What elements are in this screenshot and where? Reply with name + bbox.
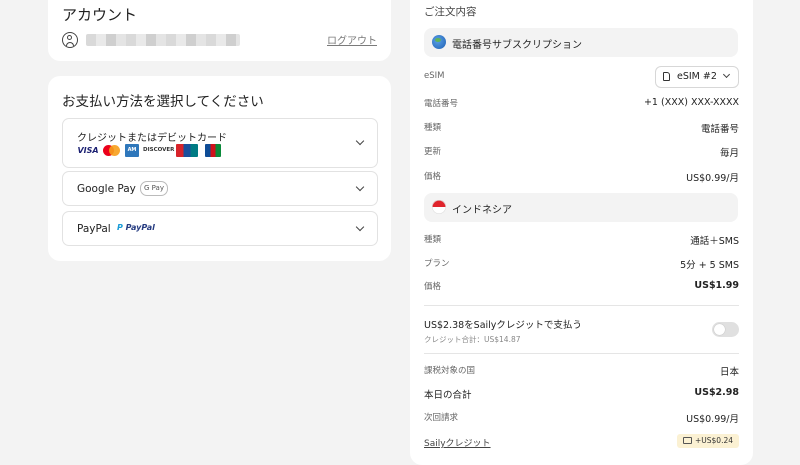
sim-card-icon	[663, 72, 670, 81]
summary-row: 課税対象の国 日本	[424, 364, 739, 378]
row-value: US$0.99/月	[686, 173, 739, 184]
credit-subtitle: クレジット合計：US$14.87	[424, 335, 521, 344]
summary-row: プラン 5分 + 5 SMS	[424, 257, 739, 271]
row-value: +1 (XXX) XXX-XXXX	[643, 97, 739, 108]
chevron-down-icon	[355, 182, 365, 192]
summary-row: 種類 電話番号	[424, 121, 739, 135]
plan-header-label: インドネシア	[452, 205, 512, 216]
row-key: プラン	[424, 259, 450, 269]
chevron-down-icon	[722, 70, 731, 79]
credit-toggle[interactable]	[712, 322, 739, 337]
summary-row: 電話番号 +1 (XXX) XXX-XXXX	[424, 97, 739, 111]
plan-header: インドネシア	[424, 193, 738, 222]
payment-option-label: PayPal	[77, 223, 111, 235]
globe-icon	[432, 35, 446, 49]
account-user-row: ログアウト	[62, 32, 377, 50]
row-key: 種類	[424, 123, 442, 133]
payment-option-google-pay[interactable]: Google Pay G Pay	[62, 171, 378, 206]
row-value: 電話番号	[700, 124, 739, 135]
summary-row: 価格 US$0.99/月	[424, 170, 739, 184]
payment-title: お支払い方法を選択してください	[62, 94, 264, 110]
row-value: US$0.99/月	[686, 414, 739, 425]
summary-row: 次回請求 US$0.99/月	[424, 411, 739, 425]
summary-row: 種類 通話＋SMS	[424, 233, 739, 247]
row-key: 次回請求	[424, 413, 459, 423]
row-value: 5分 + 5 SMS	[680, 260, 739, 271]
amex-logo: AM	[125, 144, 139, 157]
row-key: 更新	[424, 147, 442, 157]
indonesia-flag-icon	[432, 200, 446, 214]
divider	[424, 305, 739, 306]
row-value: US$1.99	[694, 280, 739, 291]
payment-option-card[interactable]: クレジットまたはデビットカード VISA AM DISCOVER	[62, 118, 378, 168]
unionpay-logo	[176, 144, 198, 157]
credit-title: US$2.38をSailyクレジットで支払う	[424, 320, 582, 331]
masked-email	[86, 34, 240, 46]
order-title: ご注文内容	[424, 6, 477, 18]
payment-option-label: Google Pay	[77, 183, 136, 195]
discover-logo: DISCOVER	[143, 147, 175, 153]
credit-badge-amount: +US$0.24	[695, 436, 734, 445]
row-value: 通話＋SMS	[690, 236, 739, 247]
mastercard-logo	[103, 144, 121, 157]
wallet-icon	[683, 437, 692, 444]
user-icon	[62, 32, 78, 48]
saily-credit-link[interactable]: Sailyクレジット	[424, 436, 491, 449]
summary-row: 更新 毎月	[424, 145, 739, 159]
row-key: 電話番号	[424, 99, 459, 109]
esim-label: eSIM	[424, 71, 445, 81]
payment-method-card: お支払い方法を選択してください クレジットまたはデビットカード VISA AM …	[48, 76, 391, 261]
row-key: 価格	[424, 172, 442, 182]
row-key: 価格	[424, 282, 442, 292]
logout-link[interactable]: ログアウト	[327, 32, 377, 47]
payment-option-paypal[interactable]: PayPal P PayPal	[62, 211, 378, 246]
subscription-header-label: 電話番号サブスクリプション	[452, 40, 582, 51]
row-value: 日本	[719, 367, 739, 378]
google-pay-badge: G Pay	[140, 181, 168, 196]
total-row: 本日の合計 US$2.98	[424, 387, 739, 401]
row-value: 毎月	[719, 148, 739, 159]
summary-row: 価格 US$1.99	[424, 280, 739, 294]
payment-option-label: クレジットまたはデビットカード	[77, 133, 227, 144]
esim-select[interactable]: eSIM #2	[655, 66, 739, 88]
jcb-logo	[205, 144, 221, 157]
credit-badge: +US$0.24	[677, 434, 739, 448]
visa-logo: VISA	[77, 146, 99, 155]
row-key: 本日の合計	[424, 390, 472, 401]
divider	[424, 353, 739, 354]
chevron-down-icon	[355, 136, 365, 146]
account-card: アカウント ログアウト	[48, 0, 391, 61]
chevron-down-icon	[355, 222, 365, 232]
order-summary-card: ご注文内容 電話番号サブスクリプション eSIM eSIM #2 電話番号 +1…	[410, 0, 753, 465]
row-key: 種類	[424, 235, 442, 245]
row-key: 課税対象の国	[424, 366, 476, 376]
row-value: US$2.98	[694, 387, 739, 398]
subscription-header: 電話番号サブスクリプション	[424, 28, 738, 57]
account-title: アカウント	[62, 6, 138, 24]
paypal-logo: P PayPal	[117, 223, 155, 232]
esim-selected-value: eSIM #2	[677, 71, 717, 82]
